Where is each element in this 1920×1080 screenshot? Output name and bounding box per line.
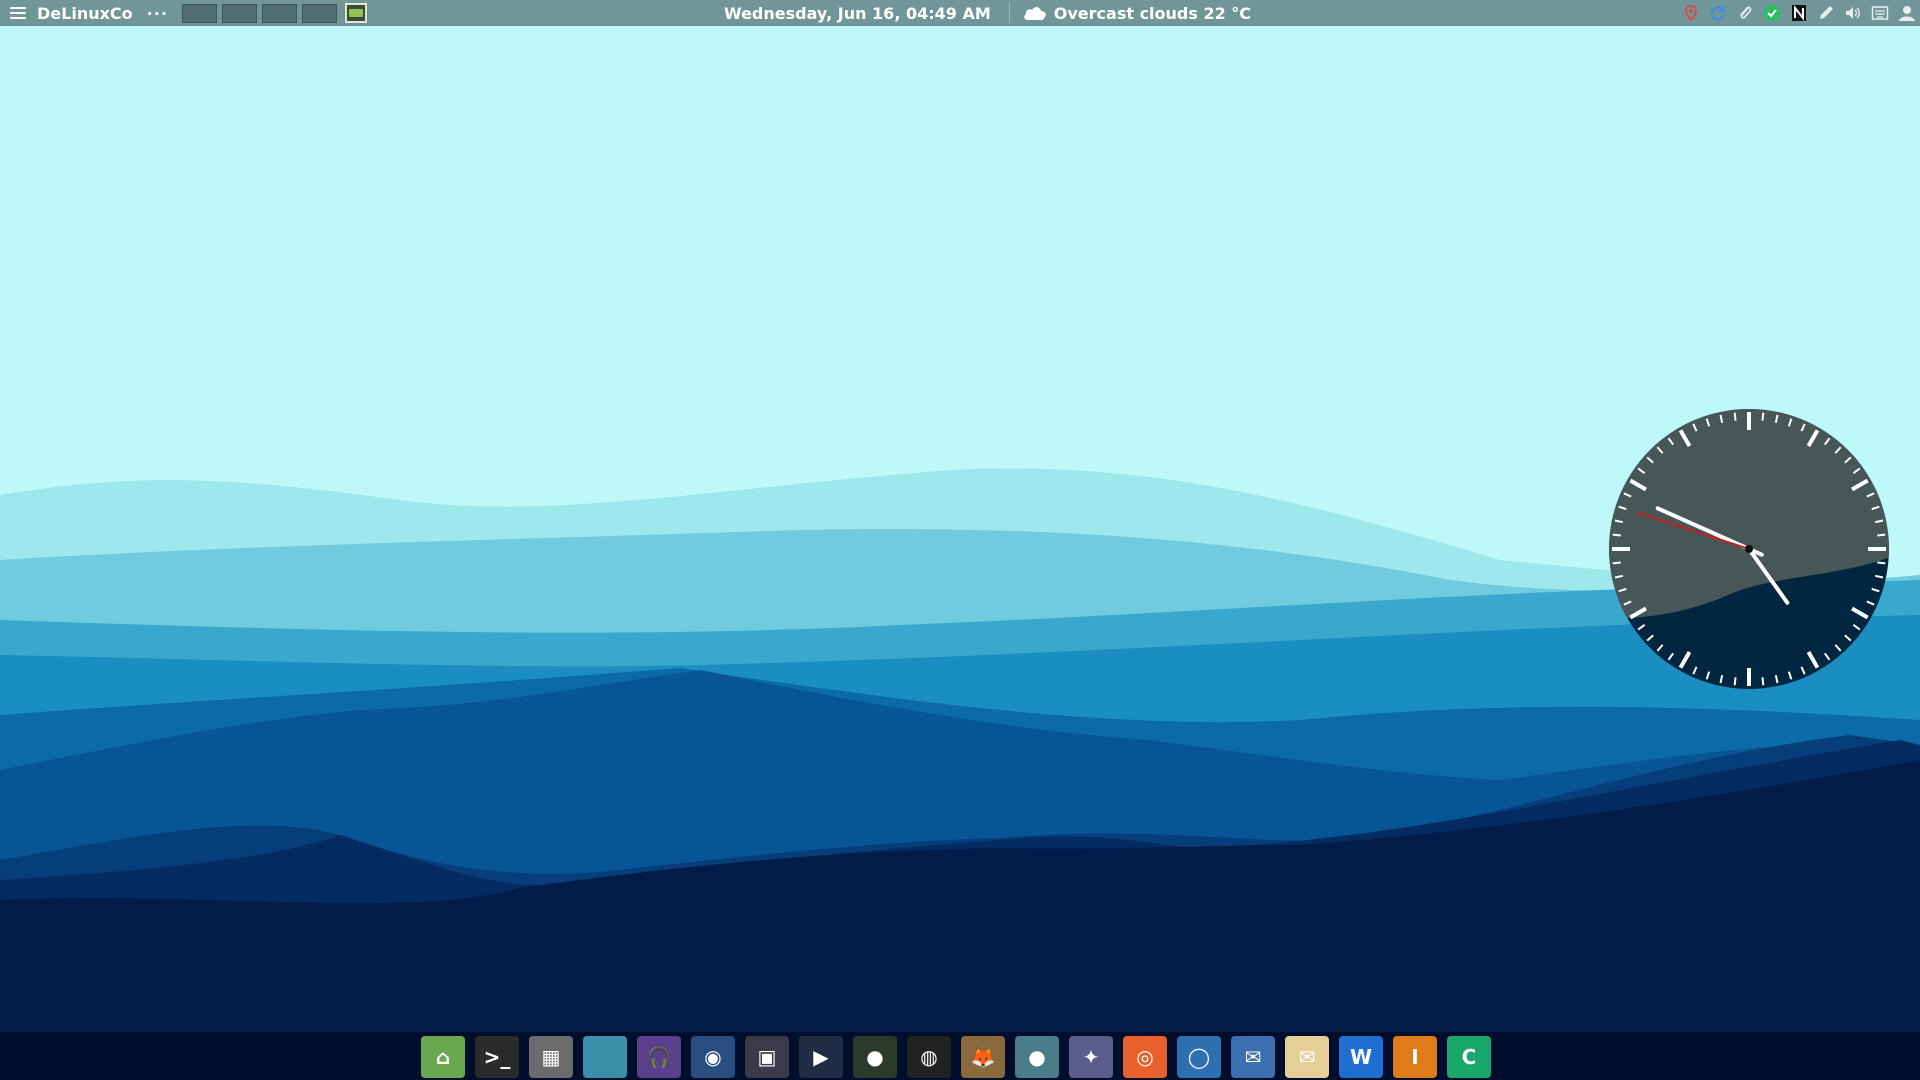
blender-glyph: ◉ — [704, 1045, 722, 1069]
media-player-icon[interactable]: ▶ — [799, 1036, 843, 1078]
chromium-icon[interactable]: ◯ — [1177, 1036, 1221, 1078]
location-pin-icon[interactable] — [1682, 4, 1700, 22]
keyboard-layout-icon[interactable] — [1871, 4, 1889, 22]
blender-icon[interactable]: ◉ — [691, 1036, 735, 1078]
panel-center: Wednesday, Jun 16, 04:49 AM Overcast clo… — [724, 0, 1251, 26]
home-folder-glyph: ⌂ — [435, 1045, 451, 1069]
dock-items: ⌂ >_ ▦ 🎧 ◉ ▣ ▶ ● ◍ 🦊 ● ✦ ◎ ◯ ✉ ✉ W I C — [421, 1036, 1491, 1078]
sync-icon[interactable] — [1709, 4, 1727, 22]
top-panel: DeLinuxCo ··· Wednesday, Jun 16, 04:49 A… — [0, 0, 1920, 26]
calc-sheet-icon[interactable]: C — [1447, 1036, 1491, 1078]
chromium-glyph: ◯ — [1187, 1045, 1211, 1069]
weather-label: Overcast clouds 22 °C — [1053, 3, 1252, 23]
clock-tick — [1877, 533, 1886, 537]
clock-tick — [1761, 677, 1765, 686]
clock-tick — [1733, 677, 1737, 686]
camera-lens-glyph: ● — [866, 1045, 884, 1069]
gimp-glyph: 🦊 — [970, 1045, 996, 1069]
panel-left: DeLinuxCo ··· — [0, 0, 367, 26]
clock-tick — [1612, 533, 1621, 537]
media-player-glyph: ▶ — [813, 1045, 829, 1069]
letter-glyph: ✉ — [1298, 1045, 1316, 1069]
firefox-icon[interactable]: ◎ — [1123, 1036, 1167, 1078]
system-tray — [1682, 0, 1916, 26]
calculator-glyph: ▦ — [541, 1045, 561, 1069]
calc-sheet-glyph: C — [1461, 1045, 1477, 1069]
firefox-glyph: ◎ — [1136, 1045, 1154, 1069]
workspace-switcher — [181, 3, 337, 23]
clock-center — [1745, 545, 1753, 553]
check-shield-icon[interactable] — [1763, 4, 1781, 22]
app-name-label[interactable]: DeLinuxCo — [37, 4, 133, 23]
fish-app-icon[interactable]: ● — [1015, 1036, 1059, 1078]
application-menu-button[interactable] — [9, 0, 27, 26]
writer-glyph: W — [1349, 1045, 1373, 1069]
audio-headphones-glyph: 🎧 — [646, 1045, 672, 1069]
terminal-icon[interactable]: >_ — [475, 1036, 519, 1078]
cloud-icon — [1024, 7, 1046, 20]
more-options-button[interactable]: ··· — [147, 4, 168, 23]
color-wheel-glyph: ◍ — [920, 1045, 938, 1069]
paperclip-icon[interactable] — [1736, 4, 1754, 22]
camera-lens-icon[interactable]: ● — [853, 1036, 897, 1078]
gimp-icon[interactable]: 🦊 — [961, 1036, 1005, 1078]
inkscape-raven-icon[interactable]: ✦ — [1069, 1036, 1113, 1078]
fish-app-glyph: ● — [1028, 1045, 1046, 1069]
writer-icon[interactable]: W — [1339, 1036, 1383, 1078]
audio-headphones-icon[interactable]: 🎧 — [637, 1036, 681, 1078]
notion-icon[interactable] — [1790, 4, 1808, 22]
impress-icon[interactable]: I — [1393, 1036, 1437, 1078]
home-folder-icon[interactable]: ⌂ — [421, 1036, 465, 1078]
user-icon[interactable] — [1898, 4, 1916, 22]
color-wheel-icon[interactable]: ◍ — [907, 1036, 951, 1078]
impress-glyph: I — [1411, 1045, 1419, 1069]
inkscape-raven-glyph: ✦ — [1082, 1045, 1100, 1069]
mail-stamp-glyph: ✉ — [1244, 1045, 1262, 1069]
workspace-3[interactable] — [261, 3, 297, 23]
terminal-glyph: >_ — [483, 1045, 511, 1069]
workspace-2[interactable] — [221, 3, 257, 23]
hamburger-icon — [10, 6, 26, 20]
datetime-label[interactable]: Wednesday, Jun 16, 04:49 AM — [724, 4, 991, 23]
clock-tick — [1733, 412, 1737, 421]
mail-stamp-icon[interactable]: ✉ — [1231, 1036, 1275, 1078]
clock-tick — [1877, 561, 1886, 565]
video-editor-icon[interactable]: ▣ — [745, 1036, 789, 1078]
dock: ⌂ >_ ▦ 🎧 ◉ ▣ ▶ ● ◍ 🦊 ● ✦ ◎ ◯ ✉ ✉ W I C — [0, 1032, 1920, 1080]
analog-clock-widget[interactable] — [1606, 406, 1892, 692]
workspace-4[interactable] — [301, 3, 337, 23]
calculator-icon[interactable]: ▦ — [529, 1036, 573, 1078]
system-monitor-icon[interactable] — [344, 3, 367, 23]
clock-tick — [1612, 561, 1621, 565]
volume-icon[interactable] — [1844, 4, 1862, 22]
letter-icon[interactable]: ✉ — [1285, 1036, 1329, 1078]
weather-indicator[interactable]: Overcast clouds 22 °C — [1022, 4, 1251, 23]
photo-viewer-icon[interactable] — [583, 1036, 627, 1078]
workspace-1[interactable] — [181, 3, 217, 23]
video-editor-glyph: ▣ — [757, 1045, 777, 1069]
panel-separator — [1008, 3, 1010, 23]
clock-tick — [1761, 412, 1765, 421]
pen-icon[interactable] — [1817, 4, 1835, 22]
